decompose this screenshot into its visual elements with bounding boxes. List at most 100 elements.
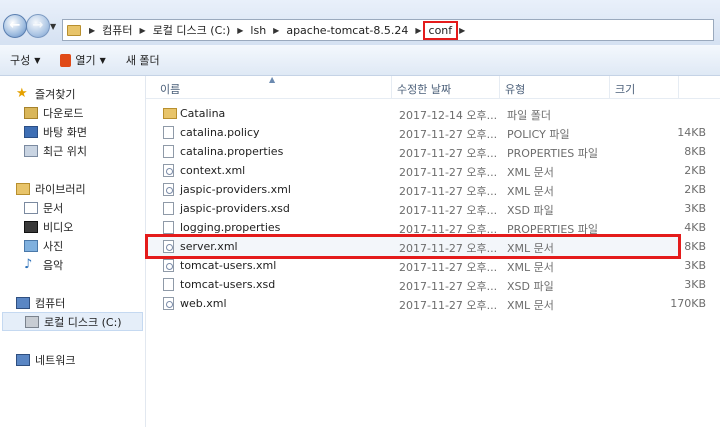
file-name: web.xml <box>180 297 227 310</box>
chevron-right-icon[interactable]: ▶ <box>411 26 425 35</box>
nav-libraries-label: 라이브러리 <box>35 182 86 196</box>
file-row[interactable]: web.xml 2017-11-27 오후... XML 문서 170KB <box>148 294 706 313</box>
xml-icon <box>163 164 174 177</box>
new-folder-label: 새 폴더 <box>125 54 160 67</box>
chevron-down-icon: ▼ <box>99 55 106 65</box>
file-icon <box>163 221 174 234</box>
breadcrumb-computer[interactable]: 컴퓨터 <box>99 22 135 38</box>
breadcrumb-lsh[interactable]: lsh <box>247 24 269 37</box>
file-row[interactable]: catalina.properties 2017-11-27 오후... PROPE… <box>148 142 706 161</box>
recent-places-icon <box>24 144 38 157</box>
file-date: 2017-11-27 오후... <box>399 147 498 160</box>
file-name: catalina.policy <box>180 126 260 139</box>
file-type: XML 문서 <box>507 185 554 198</box>
nav-downloads-label: 다운로드 <box>43 106 84 120</box>
file-name: catalina.properties <box>180 145 284 158</box>
file-name: tomcat-users.xml <box>180 259 277 272</box>
file-row[interactable]: jaspic-providers.xml 2017-11-27 오후... XML … <box>148 180 706 199</box>
videos-icon <box>24 220 38 233</box>
file-row[interactable]: server.xml 2017-11-27 오후... XML 문서 8KB <box>145 234 706 259</box>
column-size[interactable]: 크기 <box>615 81 635 97</box>
open-label: 열기 <box>75 54 96 67</box>
file-size: 2KB <box>684 183 706 196</box>
file-icon <box>163 278 174 291</box>
chevron-right-icon[interactable]: ▶ <box>269 26 283 35</box>
file-date: 2017-11-27 오후... <box>399 166 498 179</box>
forward-arrow-icon: → <box>32 18 44 33</box>
column-name[interactable]: 이름 <box>160 81 180 97</box>
column-type[interactable]: 유형 <box>505 81 525 97</box>
chevron-right-icon[interactable]: ▶ <box>136 26 150 35</box>
file-type: XSD 파일 <box>507 280 554 293</box>
chevron-down-icon: ▼ <box>34 55 41 65</box>
file-type: POLICY 파일 <box>507 128 570 141</box>
file-name: jaspic-providers.xml <box>180 183 291 196</box>
nav-desktop[interactable]: 바탕 화면 <box>24 122 87 141</box>
file-row[interactable]: context.xml 2017-11-27 오후... XML 문서 2KB <box>148 161 706 180</box>
organize-button[interactable]: 구성 ▼ <box>0 45 50 75</box>
file-list-pane: ▲ 이름 수정한 날짜 유형 크기 Catalina 2017-12-14 오후.… <box>145 75 720 427</box>
file-type: PROPERTIES 파일 <box>507 147 598 160</box>
file-type: XML 문서 <box>507 166 554 179</box>
recent-pages-dropdown-icon[interactable]: ▼ <box>50 22 56 31</box>
file-row[interactable]: tomcat-users.xsd 2017-11-27 오후... XSD 파일 3K… <box>148 275 706 294</box>
nav-local-disk-label: 로컬 디스크 (C:) <box>44 315 122 329</box>
address-box[interactable]: ▶ 컴퓨터 ▶ 로컬 디스크 (C:) ▶ lsh ▶ apache-tomca… <box>62 19 714 41</box>
chevron-right-icon[interactable]: ▶ <box>85 26 99 35</box>
nav-libraries[interactable]: 라이브러리 <box>16 179 86 198</box>
file-date: 2017-11-27 오후... <box>399 280 498 293</box>
nav-local-disk[interactable]: 로컬 디스크 (C:) <box>2 312 143 331</box>
pictures-icon <box>24 239 38 252</box>
file-name: tomcat-users.xsd <box>180 278 276 291</box>
nav-music[interactable]: ♪ 음악 <box>24 255 63 274</box>
documents-icon <box>24 201 38 214</box>
xml-icon <box>163 183 174 196</box>
chevron-right-icon[interactable]: ▶ <box>233 26 247 35</box>
nav-network[interactable]: 네트워크 <box>16 350 75 369</box>
chevron-right-icon[interactable]: ▶ <box>455 26 469 35</box>
file-size: 170KB <box>670 297 706 310</box>
nav-pictures[interactable]: 사진 <box>24 236 63 255</box>
file-date: 2017-11-27 오후... <box>399 261 498 274</box>
nav-computer[interactable]: 컴퓨터 <box>16 293 65 312</box>
file-type: XML 문서 <box>507 261 554 274</box>
file-date: 2017-12-14 오후... <box>399 109 498 122</box>
back-button[interactable]: ← <box>3 14 27 38</box>
nav-desktop-label: 바탕 화면 <box>43 125 87 139</box>
file-size: 3KB <box>684 202 706 215</box>
new-folder-button[interactable]: 새 폴더 <box>116 45 170 75</box>
file-icon <box>163 202 174 215</box>
file-name: server.xml <box>180 240 238 253</box>
nav-documents[interactable]: 문서 <box>24 198 63 217</box>
nav-recent[interactable]: 최근 위치 <box>24 141 87 160</box>
file-row[interactable]: logging.properties 2017-11-27 오후... PROPER… <box>148 218 706 237</box>
nav-videos[interactable]: 비디오 <box>24 217 73 236</box>
file-date: 2017-11-27 오후... <box>399 128 498 141</box>
file-name: jaspic-providers.xsd <box>180 202 290 215</box>
file-date: 2017-11-27 오후... <box>399 242 498 255</box>
desktop-icon <box>24 125 38 138</box>
nav-downloads[interactable]: 다운로드 <box>24 103 83 122</box>
breadcrumb-local-disk[interactable]: 로컬 디스크 (C:) <box>150 22 234 38</box>
nav-network-label: 네트워크 <box>35 353 76 367</box>
back-arrow-icon: ← <box>9 18 21 33</box>
nav-recent-label: 최근 위치 <box>43 144 87 158</box>
breadcrumb-apache-tomcat[interactable]: apache-tomcat-8.5.24 <box>283 24 411 37</box>
open-button[interactable]: 열기 ▼ <box>50 45 115 75</box>
file-type: PROPERTIES 파일 <box>507 223 598 236</box>
column-header-row: ▲ 이름 수정한 날짜 유형 크기 <box>146 75 720 99</box>
xml-icon <box>163 259 174 272</box>
forward-button[interactable]: → <box>26 14 50 38</box>
file-row[interactable]: tomcat-users.xml 2017-11-27 오후... XML 문서 3K… <box>148 256 706 275</box>
file-row[interactable]: jaspic-providers.xsd 2017-11-27 오후... XSD … <box>148 199 706 218</box>
downloads-icon <box>24 106 38 119</box>
breadcrumb-conf[interactable]: conf <box>422 20 459 40</box>
organize-label: 구성 <box>10 54 31 67</box>
nav-documents-label: 문서 <box>43 201 64 215</box>
column-date[interactable]: 수정한 날짜 <box>397 81 451 97</box>
file-row[interactable]: catalina.policy 2017-11-27 오후... POLICY 파일… <box>148 123 706 142</box>
nav-favorites[interactable]: ★ 즐겨찾기 <box>16 84 75 103</box>
file-name: context.xml <box>180 164 246 177</box>
file-row[interactable]: Catalina 2017-12-14 오후... 파일 폴더 <box>148 104 678 123</box>
navigation-pane: ★ 즐겨찾기 다운로드 바탕 화면 최근 위치 라이브러리 문서 비디오 사진 … <box>0 76 146 427</box>
